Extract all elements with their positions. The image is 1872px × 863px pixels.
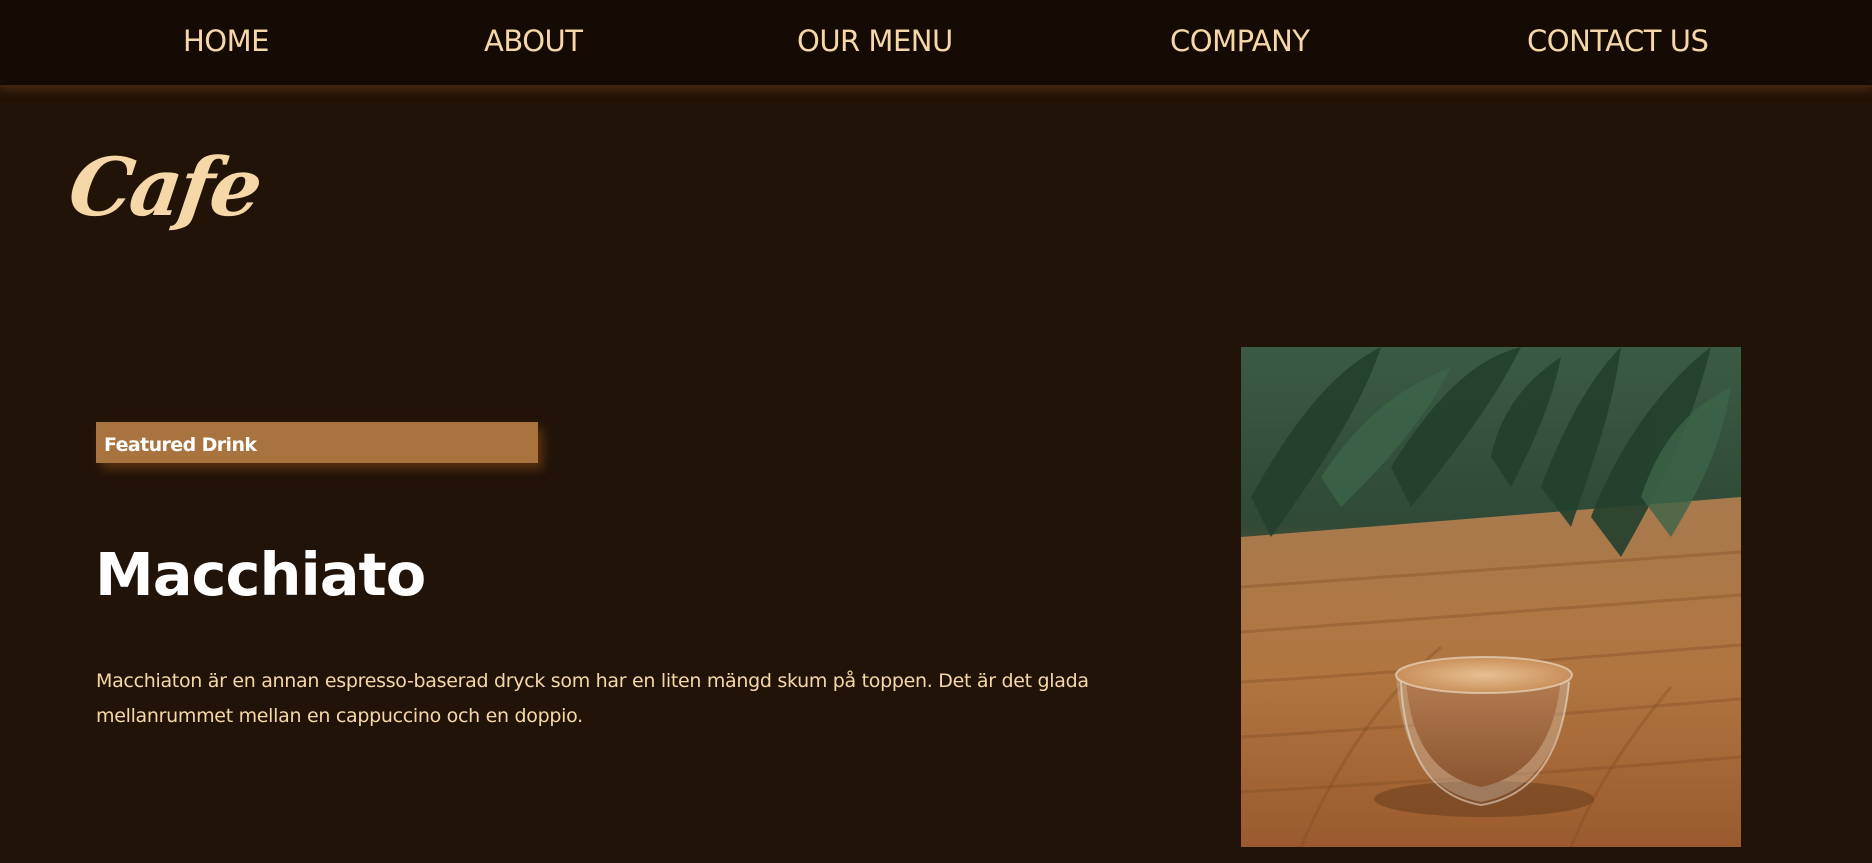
nav-contact-us-link[interactable]: CONTACT US: [1527, 24, 1709, 58]
nav-company-link[interactable]: COMPANY: [1170, 24, 1310, 58]
macchiato-photo: [1241, 347, 1741, 847]
drink-title: Macchiato: [95, 540, 426, 609]
drink-description: Macchiaton är en annan espresso-baserad …: [96, 670, 1089, 727]
nav-our-menu-link[interactable]: OUR MENU: [797, 24, 953, 58]
nav-home-link[interactable]: HOME: [183, 24, 269, 58]
top-navbar: HOME ABOUT OUR MENU COMPANY CONTACT US: [0, 0, 1872, 87]
nav-about-link[interactable]: ABOUT: [484, 24, 583, 58]
cafe-logo: Cafe: [63, 140, 266, 234]
featured-drink-badge: Featured Drink: [96, 422, 538, 463]
